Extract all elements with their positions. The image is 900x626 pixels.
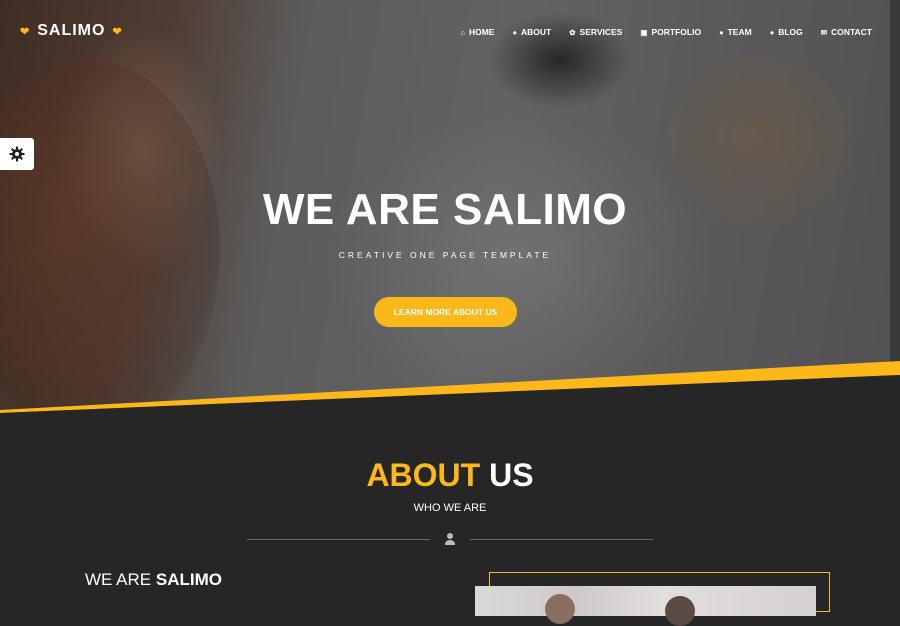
about-heading: WE ARE SALIMO xyxy=(85,570,222,590)
hero-title: WE ARE SALIMO xyxy=(262,185,628,234)
envelope-icon: ✉ xyxy=(820,27,828,37)
about-subtitle: WHO WE ARE xyxy=(413,502,487,514)
logo[interactable]: ❤ SALIMO ❤ xyxy=(20,22,123,40)
about-heading-bold: SALIMO xyxy=(155,570,222,589)
nav-contact[interactable]: ✉ CONTACT xyxy=(821,27,872,37)
nav-label: SERVICES xyxy=(579,27,623,37)
nav-label: TEAM xyxy=(727,27,752,37)
gear-icon xyxy=(9,146,25,162)
hero-slant-divider xyxy=(0,361,900,435)
nav-label: PORTFOLIO xyxy=(651,27,702,37)
nav-label: CONTACT xyxy=(831,27,872,37)
gear-icon: ✿ xyxy=(569,27,576,37)
home-icon: ⌂ xyxy=(460,27,465,37)
about-title: ABOUT US xyxy=(0,457,900,494)
hero-subtitle: CREATIVE ONE PAGE TEMPLATE xyxy=(338,250,552,260)
learn-more-button[interactable]: LEARN MORE ABOUT US xyxy=(374,297,517,327)
comments-icon: ● xyxy=(769,27,775,37)
divider-line-right xyxy=(470,539,653,540)
nav-portfolio[interactable]: ▣ PORTFOLIO xyxy=(640,27,701,37)
user-icon: ● xyxy=(512,27,517,37)
logo-text: SALIMO xyxy=(37,22,106,39)
nav-home[interactable]: ⌂ HOME xyxy=(460,27,494,37)
scrollbar[interactable] xyxy=(890,0,900,410)
about-title-highlight: ABOUT xyxy=(366,457,481,493)
nav-label: ABOUT xyxy=(521,27,552,37)
heart-icon: ❤ xyxy=(112,25,123,38)
about-heading-light: WE ARE xyxy=(85,570,156,589)
nav-label: HOME xyxy=(468,27,495,37)
user-icon xyxy=(445,533,455,545)
divider-line-left xyxy=(247,539,430,540)
heart-icon: ❤ xyxy=(20,25,31,38)
about-image xyxy=(475,586,816,626)
nav-blog[interactable]: ● BLOG xyxy=(770,27,803,37)
main-nav: ⌂ HOME ● ABOUT ✿ SERVICES ▣ PORTFOLIO ● … xyxy=(460,27,872,37)
nav-label: BLOG xyxy=(778,27,803,37)
about-title-rest: US xyxy=(480,457,534,493)
nav-services[interactable]: ✿ SERVICES xyxy=(569,27,622,37)
settings-toggle[interactable] xyxy=(0,138,34,170)
user-icon: ● xyxy=(719,27,724,37)
nav-team[interactable]: ● TEAM xyxy=(719,27,752,37)
nav-about[interactable]: ● ABOUT xyxy=(512,27,551,37)
image-icon: ▣ xyxy=(640,27,648,37)
